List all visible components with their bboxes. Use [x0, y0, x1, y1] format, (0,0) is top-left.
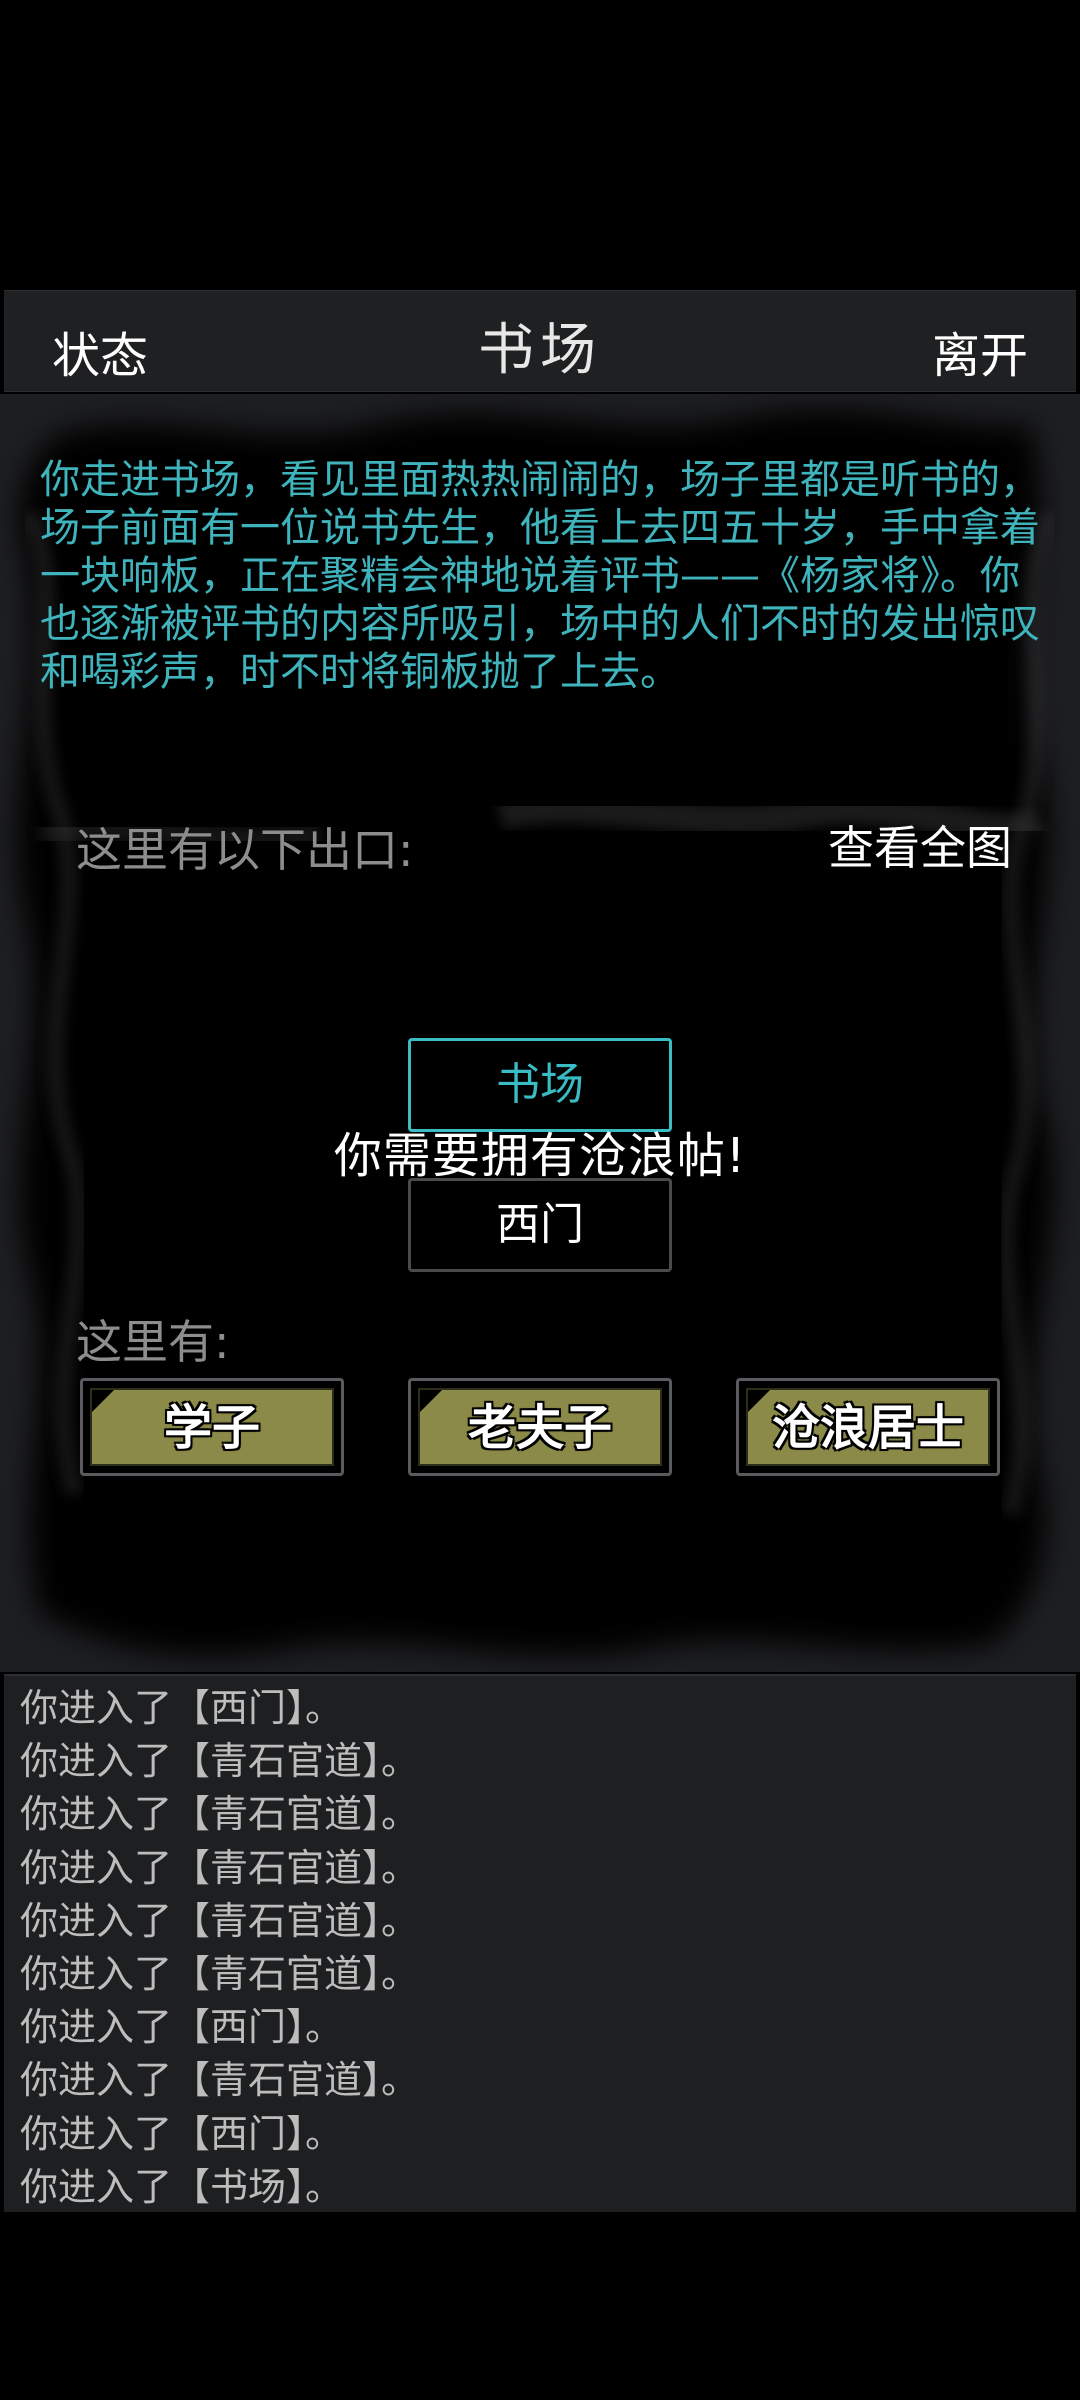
npc-button-canglang-hermit[interactable]: 沧浪居士: [736, 1378, 1000, 1476]
log-line: 你进入了【青石官道】。: [20, 2058, 420, 2103]
log-line: 你进入了【青石官道】。: [20, 1845, 420, 1890]
npc-name: 沧浪居士: [771, 1399, 965, 1457]
npc-label: 沧浪居士: [746, 1388, 990, 1466]
corner-notch: [92, 1390, 114, 1412]
exit-button-west-gate[interactable]: 西门: [408, 1178, 672, 1272]
toast-message: 你需要拥有沧浪帖!: [333, 1128, 747, 1184]
npc-name: 老夫子: [467, 1399, 613, 1457]
npcs-label: 这里有:: [76, 1315, 230, 1369]
scene-panel: 你走进书场，看见里面热热闹闹的，场子里都是听书的，场子前面有一位说书先生，他看上…: [0, 394, 1080, 1672]
leave-button[interactable]: 离开: [932, 316, 1028, 386]
npc-button-scholar[interactable]: 学子: [80, 1378, 344, 1476]
log-line: 你进入了【西门】。: [20, 1686, 344, 1730]
log-line: 你进入了【青石官道】。: [20, 1739, 420, 1784]
corner-notch: [748, 1390, 770, 1412]
log-line: 你进入了【书场】。: [20, 2164, 344, 2209]
location-description: 你走进书场，看见里面热热闹闹的，场子里都是听书的，场子前面有一位说书先生，他看上…: [40, 457, 1040, 695]
top-bar: 状态 书场 离开: [4, 290, 1076, 392]
npc-label: 学子: [90, 1388, 334, 1466]
log-line: 你进入了【青石官道】。: [20, 1952, 420, 1997]
log-line: 你进入了【西门】。: [20, 2111, 344, 2156]
npc-name: 学子: [163, 1399, 261, 1457]
log-line: 你进入了【西门】。: [20, 2005, 344, 2050]
page-title: 书场: [478, 318, 602, 383]
corner-notch: [420, 1390, 442, 1412]
npc-label: 老夫子: [418, 1388, 662, 1466]
npc-button-old-master[interactable]: 老夫子: [408, 1378, 672, 1476]
view-full-map-button[interactable]: 查看全图: [828, 812, 1012, 878]
log-line: 你进入了【青石官道】。: [20, 1792, 420, 1837]
message-log[interactable]: 你进入了【西门】。 你进入了【青石官道】。 你进入了【青石官道】。 你进入了【青…: [4, 1674, 1076, 2212]
log-line: 你进入了【青石官道】。: [20, 1898, 420, 1943]
exits-label: 这里有以下出口:: [76, 823, 414, 877]
